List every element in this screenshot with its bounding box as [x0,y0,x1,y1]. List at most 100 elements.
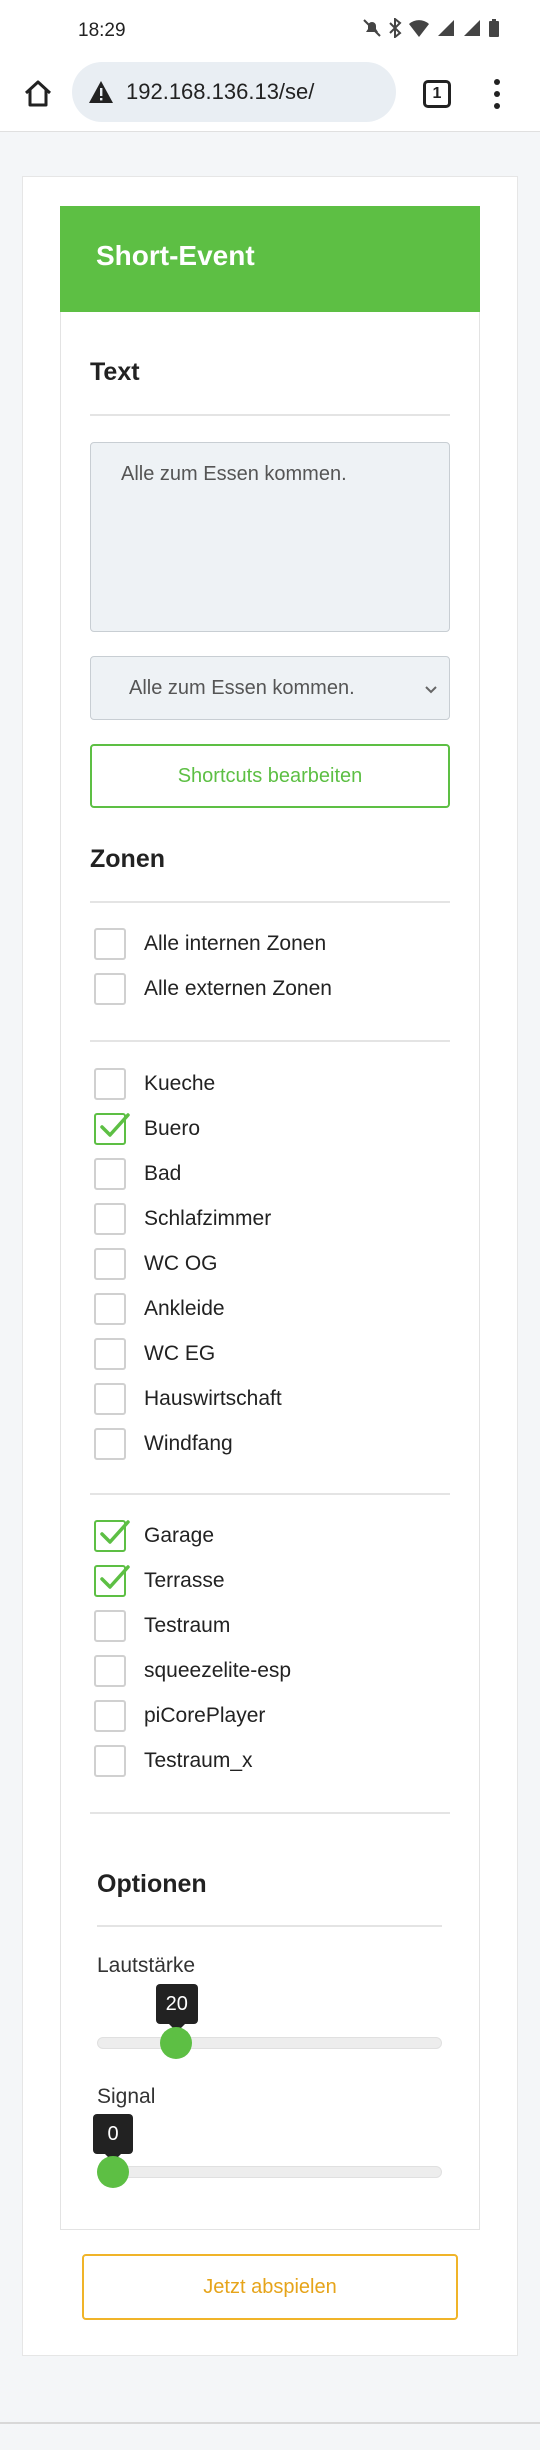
zone-label: Bad [144,1162,182,1185]
zones-section-title: Zonen [90,845,165,873]
zone-label: Testraum_x [144,1749,253,1772]
zone-label: piCorePlayer [144,1704,266,1727]
zones-end-divider [90,1812,450,1814]
signal-slider-track[interactable] [97,2166,442,2178]
message-textarea[interactable]: Alle zum Essen kommen. [90,442,450,632]
zone-label: Hauswirtschaft [144,1387,282,1410]
options-section-title: Optionen [97,1870,207,1898]
zone-checkbox[interactable] [94,1383,126,1415]
zone-checkbox-checked[interactable] [94,1113,130,1145]
bottom-divider [0,2422,540,2424]
status-bar: 18:29 [0,0,540,60]
signal-icon-2 [464,20,480,36]
zone-label: squeezelite-esp [144,1659,292,1682]
battery-icon [489,19,499,37]
options-divider [97,1925,442,1927]
zone-row[interactable]: Schlafzimmer [94,1201,271,1237]
zone-row[interactable]: Terrasse [94,1563,225,1599]
zones-divider [90,901,450,903]
message-select-value: Alle zum Essen kommen. [129,676,355,699]
warning-icon [89,81,113,103]
address-bar[interactable]: 192.168.136.13/se/ [72,62,396,122]
zone-checkbox[interactable] [94,1248,126,1280]
zone-label: Kueche [144,1072,216,1095]
home-button[interactable] [18,74,58,114]
volume-label: Lautstärke [97,1954,196,1977]
zone-checkbox[interactable] [94,1338,126,1370]
signal-label: Signal [97,2085,156,2108]
zone-row[interactable]: Alle internen Zonen [94,926,326,962]
checkmark-icon [100,1113,130,1137]
zone-row[interactable]: Bad [94,1156,181,1192]
zone-row[interactable]: Buero [94,1111,200,1147]
zone-label: Garage [144,1524,215,1547]
signal-icon [438,20,454,36]
zone-row[interactable]: Testraum_x [94,1743,253,1779]
zone-checkbox[interactable] [94,928,126,960]
zone-label: Alle internen Zonen [144,932,327,955]
text-divider [90,414,450,416]
browser-toolbar: 192.168.136.13/se/ 1 [0,60,540,132]
zone-checkbox[interactable] [94,1745,126,1777]
checkmark-icon [100,1565,130,1589]
page-title: Short-Event [96,240,255,271]
zone-checkbox[interactable] [94,1068,126,1100]
zone-label: Alle externen Zonen [144,977,332,1000]
zone-row[interactable]: Kueche [94,1066,215,1102]
zone-row[interactable]: Ankleide [94,1291,225,1327]
volume-slider-track[interactable] [97,2037,442,2049]
zone-checkbox[interactable] [94,973,126,1005]
tab-switcher-button[interactable]: 1 [419,76,455,112]
status-time: 18:29 [78,20,126,41]
zone-row[interactable]: WC EG [94,1336,215,1372]
zone-row[interactable]: Hauswirtschaft [94,1381,282,1417]
volume-tooltip: 20 [155,1984,198,2032]
zone-checkbox[interactable] [94,1203,126,1235]
zone-checkbox[interactable] [94,1293,126,1325]
url-text: 192.168.136.13/se/ [126,79,315,104]
signal-slider-thumb[interactable] [97,2156,129,2188]
card-header: Short-Event [60,206,480,312]
zone-checkbox[interactable] [94,1158,126,1190]
zone-label: Terrasse [144,1569,225,1592]
zone-row[interactable]: WC OG [94,1246,218,1282]
zone-label: Testraum [144,1614,231,1637]
zone-checkbox[interactable] [94,1610,126,1642]
menu-dot [494,91,500,97]
zone-label: WC EG [144,1342,216,1365]
zone-label: Schlafzimmer [144,1207,272,1230]
zone-checkbox[interactable] [94,1655,126,1687]
zone-checkbox-checked[interactable] [94,1520,130,1552]
zone-checkbox[interactable] [94,1700,126,1732]
tab-count: 1 [423,80,451,108]
zone-checkbox[interactable] [94,1428,126,1460]
zone-label: WC OG [144,1252,218,1275]
bluetooth-icon [389,18,402,38]
zone-row[interactable]: Garage [94,1518,214,1554]
mute-icon [363,19,381,37]
message-select[interactable]: Alle zum Essen kommen. [90,656,450,720]
more-menu-button[interactable] [482,74,512,114]
zone-label: Windfang [144,1432,233,1455]
chevron-down-icon [425,686,437,694]
zone-row[interactable]: Windfang [94,1426,233,1462]
menu-dot [494,103,500,109]
menu-dot [494,79,500,85]
zone-row[interactable]: piCorePlayer [94,1698,265,1734]
home-icon [24,80,52,107]
zone-label: Buero [144,1117,201,1140]
zone-row[interactable]: Alle externen Zonen [94,971,332,1007]
text-section-title: Text [90,358,140,386]
zones-group-divider-1 [90,1040,450,1042]
checkmark-icon [100,1520,130,1544]
signal-tooltip: 0 [93,2114,133,2162]
zone-row[interactable]: squeezelite-esp [94,1653,291,1689]
edit-shortcuts-button[interactable]: Shortcuts bearbeiten [90,744,450,808]
play-now-button[interactable]: Jetzt abspielen [82,2254,458,2320]
zone-checkbox-checked[interactable] [94,1565,130,1597]
volume-slider-thumb[interactable] [159,2027,192,2059]
zone-row[interactable]: Testraum [94,1608,230,1644]
zone-label: Ankleide [144,1297,225,1320]
status-icons [362,18,500,38]
wifi-icon [409,20,429,37]
